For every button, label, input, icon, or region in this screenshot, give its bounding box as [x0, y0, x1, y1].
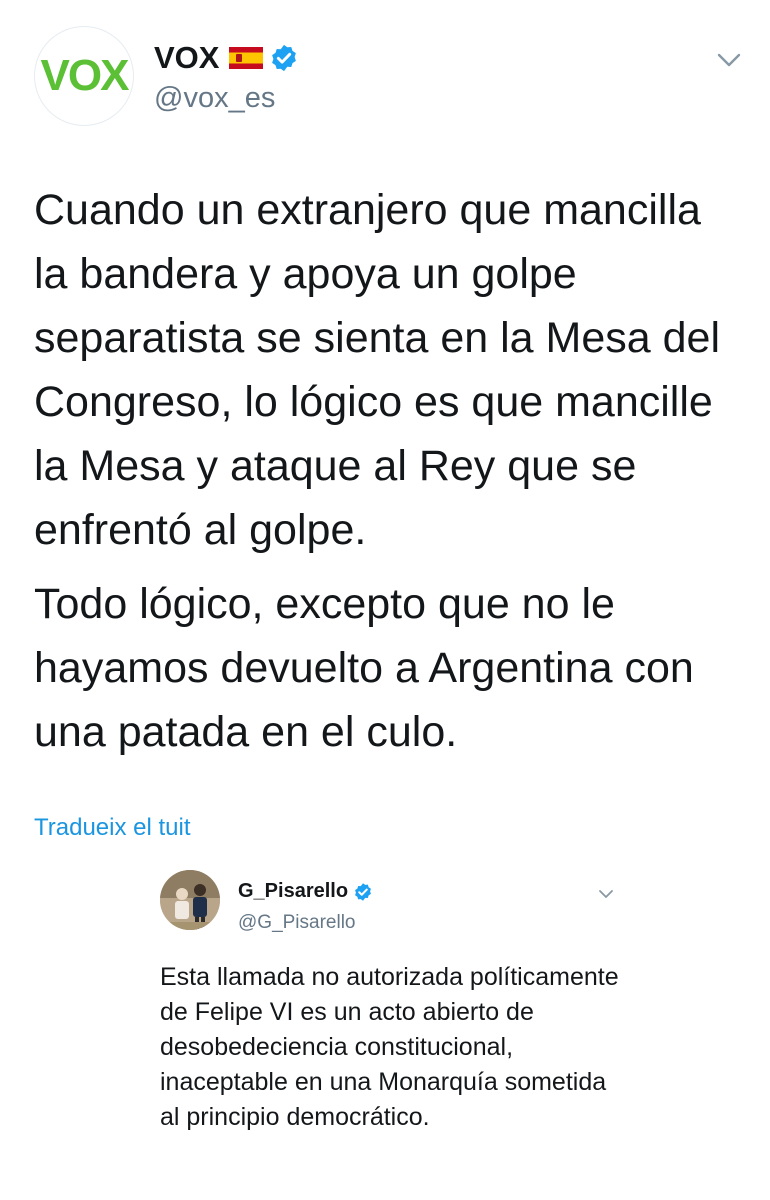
tweet-paragraph: Todo lógico, excepto que no le hayamos d…: [34, 580, 694, 756]
spain-flag-icon: [229, 47, 264, 69]
display-name[interactable]: VOX: [154, 40, 219, 76]
chevron-down-icon[interactable]: [598, 888, 614, 900]
quoted-handle[interactable]: @G_Pisarello: [238, 912, 356, 934]
display-name-row: VOX: [154, 40, 299, 76]
quoted-tweet-text: Esta llamada no autorizada políticamente…: [160, 963, 619, 1131]
translate-tweet-link[interactable]: Tradueix el tuit: [34, 814, 191, 842]
tweet-text: Cuando un extranjero que mancilla la ban…: [34, 178, 744, 764]
tweet-header: VOX VOX @vox_es: [0, 0, 770, 140]
quoted-avatar[interactable]: [160, 870, 220, 930]
chevron-down-icon[interactable]: [716, 50, 742, 70]
verified-icon: [272, 44, 297, 72]
tweet-paragraph: Cuando un extranjero que mancilla la ban…: [34, 186, 721, 554]
quoted-name-row: G_Pisarello: [238, 880, 373, 903]
handle[interactable]: @vox_es: [154, 82, 275, 115]
quoted-avatar-photo: [160, 870, 220, 930]
verified-icon: [355, 882, 371, 901]
avatar[interactable]: VOX: [34, 26, 134, 126]
quoted-tweet[interactable]: G_Pisarello @G_Pisarello Esta llamada no…: [160, 870, 760, 1200]
quoted-display-name[interactable]: G_Pisarello: [238, 880, 348, 903]
avatar-logo-text: VOX: [40, 51, 130, 100]
